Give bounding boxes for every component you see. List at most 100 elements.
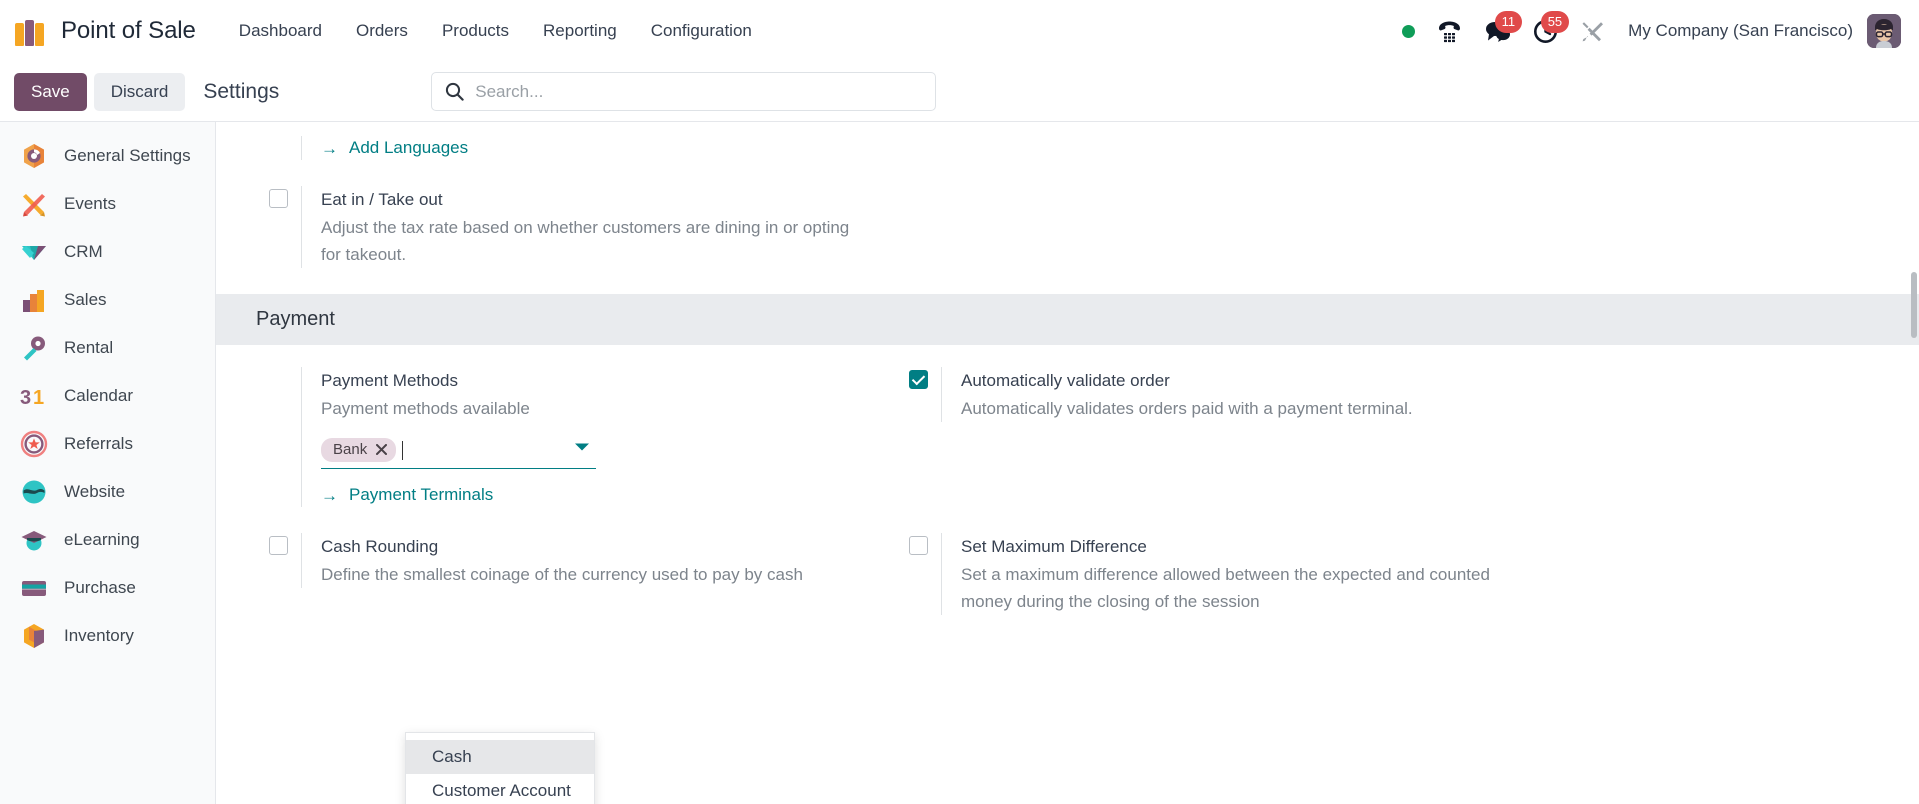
- sidebar-item-calendar[interactable]: 3 1 Calendar: [0, 372, 215, 420]
- phone-dialpad-icon: [1439, 21, 1461, 42]
- svg-text:3: 3: [20, 387, 31, 409]
- sidebar-item-elearning[interactable]: eLearning: [0, 516, 215, 564]
- set-maximum-difference-title: Set Maximum Difference: [961, 537, 1147, 556]
- auto-validate-order-checkbox[interactable]: [909, 370, 928, 389]
- auto-validate-order-title: Automatically validate order: [961, 371, 1170, 390]
- inventory-icon: [20, 622, 48, 650]
- dropdown-option-cash[interactable]: Cash: [406, 740, 594, 774]
- payment-row-2: Cash Rounding Define the smallest coinag…: [256, 515, 1919, 623]
- company-switcher[interactable]: My Company (San Francisco): [1628, 21, 1853, 41]
- payment-section-header: Payment: [216, 294, 1919, 345]
- sidebar-item-events[interactable]: Events: [0, 180, 215, 228]
- debug-menu-button[interactable]: [1569, 11, 1616, 51]
- systray: 11 55 My Company (San Francisco): [1391, 11, 1901, 51]
- payment-terminals-link[interactable]: → Payment Terminals: [321, 483, 896, 507]
- sidebar-item-label: Referrals: [64, 434, 133, 453]
- set-maximum-difference-desc: Set a maximum difference allowed between…: [961, 565, 1490, 611]
- sidebar-item-referrals[interactable]: Referrals: [0, 420, 215, 468]
- sidebar-item-label: Sales: [64, 290, 107, 309]
- top-navbar: Point of Sale Dashboard Orders Products …: [0, 0, 1919, 62]
- eat-in-take-out-desc: Adjust the tax rate based on whether cus…: [321, 218, 850, 264]
- sidebar-item-sales[interactable]: Sales: [0, 276, 215, 324]
- add-languages-link[interactable]: → Add Languages: [321, 136, 896, 160]
- payment-methods-title: Payment Methods: [321, 371, 459, 390]
- calendar-icon: 3 1: [20, 382, 48, 410]
- search-input[interactable]: Search...: [475, 82, 543, 102]
- activities-badge: 55: [1540, 11, 1570, 33]
- sidebar-item-website[interactable]: Website: [0, 468, 215, 516]
- settings-pane: → Add Languages Eat in / Take out Adjust…: [216, 121, 1919, 804]
- cash-rounding-title: Cash Rounding: [321, 537, 439, 556]
- presence-indicator[interactable]: [1391, 11, 1426, 51]
- save-button[interactable]: Save: [14, 72, 87, 111]
- activities-button[interactable]: 55: [1522, 11, 1570, 51]
- user-avatar-icon[interactable]: [1867, 14, 1901, 48]
- menu-item-reporting[interactable]: Reporting: [526, 13, 634, 49]
- chevron-down-icon[interactable]: [574, 442, 590, 452]
- settings-top-block: → Add Languages Eat in / Take out Adjust…: [216, 122, 1919, 276]
- sidebar-item-label: Purchase: [64, 578, 136, 597]
- vertical-scrollbar[interactable]: [1911, 272, 1917, 338]
- presence-dot-icon: [1402, 24, 1416, 38]
- voip-phone-button[interactable]: [1426, 11, 1473, 51]
- payment-methods-input[interactable]: [402, 440, 404, 460]
- sidebar-item-label: CRM: [64, 242, 103, 261]
- sidebar-item-label: Events: [64, 194, 116, 213]
- dropdown-option-customer-account[interactable]: Customer Account: [406, 774, 594, 804]
- payment-section-title: Payment: [256, 308, 335, 330]
- payment-methods-field[interactable]: Bank: [321, 434, 596, 469]
- main-menu: Dashboard Orders Products Reporting Conf…: [222, 13, 769, 49]
- messages-badge: 11: [1494, 11, 1523, 33]
- svg-text:1: 1: [33, 387, 44, 409]
- payment-row-1: Payment Methods Payment methods availabl…: [256, 345, 1919, 515]
- payment-methods-dropdown: Cash Customer Account Cash Restaurant Se…: [405, 732, 595, 804]
- sidebar-item-label: eLearning: [64, 530, 140, 549]
- sidebar-item-purchase[interactable]: Purchase: [0, 564, 215, 612]
- payment-methods-desc: Payment methods available: [321, 399, 530, 418]
- settings-sidebar: General Settings Events CRM Sales Rental…: [0, 121, 216, 804]
- sidebar-item-general-settings[interactable]: General Settings: [0, 132, 215, 180]
- rental-icon: [20, 334, 48, 362]
- search-icon: [446, 82, 464, 101]
- menu-item-configuration[interactable]: Configuration: [634, 13, 769, 49]
- content-area: General Settings Events CRM Sales Rental…: [0, 121, 1919, 804]
- menu-item-dashboard[interactable]: Dashboard: [222, 13, 339, 49]
- page-title: Settings: [203, 79, 280, 103]
- payment-settings-block: Payment Methods Payment methods availabl…: [216, 345, 1919, 623]
- app-title: Point of Sale: [61, 17, 196, 44]
- crm-icon: [20, 238, 48, 266]
- sidebar-item-crm[interactable]: CRM: [0, 228, 215, 276]
- arrow-right-icon: →: [321, 485, 338, 505]
- events-icon: [20, 190, 48, 218]
- cash-rounding-checkbox[interactable]: [269, 536, 288, 555]
- purchase-icon: [20, 574, 48, 602]
- arrow-right-icon: →: [321, 138, 338, 158]
- brand-block[interactable]: Point of Sale: [14, 14, 196, 48]
- menu-item-orders[interactable]: Orders: [339, 13, 425, 49]
- cash-rounding-desc: Define the smallest coinage of the curre…: [321, 565, 803, 584]
- messages-button[interactable]: 11: [1473, 11, 1523, 51]
- set-maximum-difference-checkbox[interactable]: [909, 536, 928, 555]
- sidebar-item-inventory[interactable]: Inventory: [0, 612, 215, 660]
- add-languages-label: Add Languages: [349, 138, 469, 157]
- sales-icon: [20, 286, 48, 314]
- discard-button[interactable]: Discard: [93, 72, 186, 111]
- referrals-icon: [20, 430, 48, 458]
- menu-item-products[interactable]: Products: [425, 13, 526, 49]
- eat-in-take-out-checkbox[interactable]: [269, 189, 288, 208]
- sidebar-item-label: General Settings: [64, 146, 191, 165]
- sidebar-item-label: Calendar: [64, 386, 133, 405]
- remove-tag-icon[interactable]: [376, 444, 388, 455]
- search-bar[interactable]: Search...: [431, 72, 937, 111]
- sidebar-item-rental[interactable]: Rental: [0, 324, 215, 372]
- sidebar-item-label: Inventory: [64, 626, 134, 645]
- eat-in-take-out-title: Eat in / Take out: [321, 190, 443, 209]
- general-settings-icon: [20, 142, 48, 170]
- payment-method-tag[interactable]: Bank: [321, 438, 397, 462]
- eat-in-take-out-row: Eat in / Take out Adjust the tax rate ba…: [256, 168, 1919, 276]
- sidebar-item-label: Website: [64, 482, 126, 501]
- payment-terminals-label: Payment Terminals: [349, 485, 494, 504]
- website-icon: [20, 478, 48, 506]
- control-panel: Save Discard Settings Search...: [0, 62, 1919, 121]
- tools-debug-icon: [1582, 21, 1604, 41]
